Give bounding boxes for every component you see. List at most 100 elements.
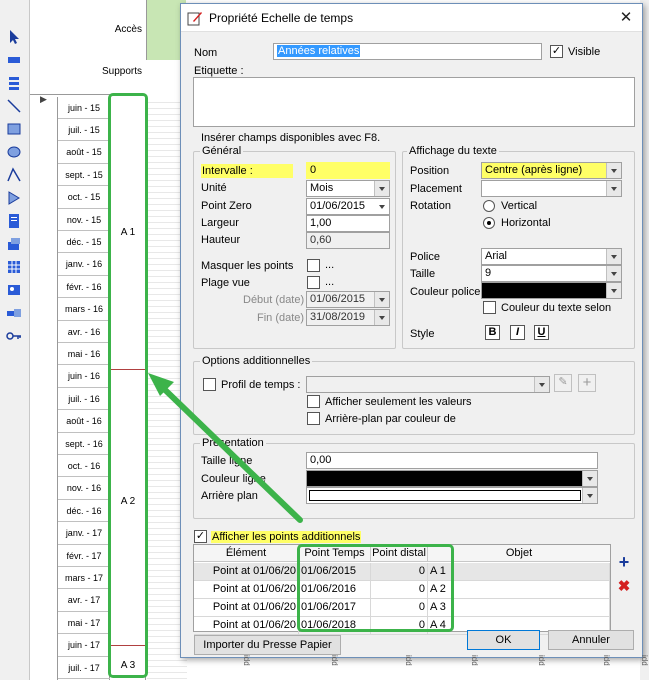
arriere-plan-select[interactable] (306, 487, 598, 504)
couleur-police-label: Couleur police (410, 286, 481, 298)
dialog-titlebar[interactable]: Propriété Echelle de temps ✕ (181, 4, 642, 32)
point-zero-label: Point Zero (201, 200, 252, 212)
import-clipboard-button[interactable]: Importer du Presse Papier (194, 635, 341, 655)
nom-value: Années relatives (277, 45, 361, 57)
nom-input[interactable]: Années relatives (273, 43, 542, 60)
plage-ellipsis[interactable]: ... (325, 276, 334, 288)
taille-select[interactable]: 9 (481, 265, 622, 282)
chevron-down-icon[interactable] (582, 488, 597, 503)
vertical-label: Vertical (501, 200, 538, 212)
debut-date[interactable]: 01/06/2015 (306, 291, 390, 308)
intervalle-input[interactable]: 0 (306, 162, 390, 179)
chevron-down-icon[interactable] (374, 199, 389, 214)
chevron-down-icon[interactable] (582, 471, 597, 486)
chevron-down-icon[interactable] (606, 249, 621, 264)
close-icon[interactable]: ✕ (616, 8, 636, 28)
col-header-objet[interactable]: Objet (428, 545, 610, 562)
masquer-label: Masquer les points (201, 260, 294, 272)
fin-date[interactable]: 31/08/2019 (306, 309, 390, 326)
col-header-element[interactable]: Élément (194, 545, 299, 562)
taille-value: 9 (485, 267, 492, 279)
options-title: Options additionnelles (200, 355, 313, 367)
pointer-tool-icon[interactable] (5, 28, 23, 46)
month-cell: août - 16 (58, 411, 110, 433)
position-select[interactable]: Centre (après ligne) (481, 162, 622, 179)
month-cell: nov. - 15 (58, 209, 110, 231)
rectangle-tool-icon[interactable] (5, 120, 23, 138)
masquer-checkbox[interactable] (307, 259, 320, 272)
visible-checkbox[interactable]: ✓ (550, 45, 563, 58)
image-tool-icon[interactable] (5, 281, 23, 299)
grid-tool-icon[interactable] (5, 258, 23, 276)
list-tool-icon[interactable] (5, 74, 23, 92)
edit-profile-icon[interactable]: ✎ (554, 374, 572, 392)
document-tool-icon[interactable] (5, 212, 23, 230)
profil-select[interactable] (306, 376, 550, 393)
chevron-down-icon[interactable] (374, 292, 389, 307)
add-profile-icon[interactable]: + (578, 374, 596, 392)
masquer-ellipsis[interactable]: ... (325, 259, 334, 271)
couleur-selon-checkbox[interactable] (483, 301, 496, 314)
delete-point-icon[interactable]: ✖ (615, 578, 633, 596)
chevron-down-icon[interactable] (606, 163, 621, 178)
axis-tick-label: idd (242, 655, 251, 666)
chevron-down-icon[interactable] (606, 283, 621, 298)
month-cell: juil. - 17 (58, 657, 110, 679)
cell-objet: A 3 (428, 599, 610, 616)
chevron-down-icon[interactable] (606, 181, 621, 196)
etiquette-textarea[interactable] (193, 77, 635, 127)
hauteur-label: Hauteur (201, 234, 241, 246)
chevron-down-icon[interactable] (374, 181, 389, 196)
vertical-radio[interactable] (483, 200, 495, 212)
unite-select[interactable]: Mois (306, 180, 390, 197)
plage-checkbox[interactable] (307, 276, 320, 289)
triangle-tool-icon[interactable] (5, 189, 23, 207)
acces-header: Accès (114, 24, 142, 35)
line-tool-icon[interactable] (5, 97, 23, 115)
profil-checkbox[interactable] (203, 378, 216, 391)
couleur-ligne-select[interactable] (306, 470, 598, 487)
largeur-input[interactable]: 1,00 (306, 215, 390, 232)
cell-objet: A 1 (428, 563, 610, 580)
couleur-police-select[interactable] (481, 282, 622, 299)
point-zero-value: 01/06/2015 (310, 200, 366, 212)
point-zero-date[interactable]: 01/06/2015 (306, 198, 390, 215)
link-tool-icon[interactable] (5, 304, 23, 322)
visible-label: Visible (568, 46, 601, 58)
cell-element: Point at 01/06/20 (194, 581, 299, 598)
afficher-points-checkbox[interactable]: ✓ (194, 530, 207, 543)
horizontal-radio[interactable] (483, 217, 495, 229)
month-cell: juin - 17 (58, 635, 110, 657)
style-label: Style (410, 328, 435, 340)
hauteur-input[interactable]: 0,60 (306, 232, 390, 249)
chevron-down-icon[interactable] (606, 266, 621, 281)
police-select[interactable]: Arial (481, 248, 622, 265)
chevron-down-icon[interactable] (534, 377, 549, 392)
ellipse-tool-icon[interactable] (5, 143, 23, 161)
month-cell: janv. - 16 (58, 254, 110, 276)
cell-element: Point at 01/06/20 (194, 563, 299, 580)
add-point-icon[interactable]: + (615, 553, 633, 571)
key-tool-icon[interactable] (5, 327, 23, 345)
ok-button[interactable]: OK (467, 630, 540, 650)
annuler-button[interactable]: Annuler (548, 630, 634, 650)
polyline-tool-icon[interactable] (5, 166, 23, 184)
time-scale-properties-dialog: Propriété Echelle de temps ✕ Nom Années … (180, 3, 643, 658)
month-cell: nov. - 16 (58, 478, 110, 500)
underline-button[interactable]: U (534, 325, 549, 340)
month-cell: mars - 17 (58, 567, 110, 590)
placement-select[interactable] (481, 180, 622, 197)
rotation-label: Rotation (410, 200, 451, 212)
arriere-plan-couleur-checkbox[interactable] (307, 412, 320, 425)
bar-tool-icon[interactable] (5, 51, 23, 69)
general-title: Général (200, 145, 244, 157)
italic-button[interactable]: I (510, 325, 525, 340)
chevron-down-icon[interactable] (374, 310, 389, 325)
month-cell: févr. - 16 (58, 276, 110, 299)
cell-element: Point at 01/06/20 (194, 617, 299, 634)
placement-label: Placement (410, 183, 462, 195)
stack-tool-icon[interactable] (5, 235, 23, 253)
taille-ligne-input[interactable]: 0,00 (306, 452, 598, 469)
afficher-valeurs-checkbox[interactable] (307, 395, 320, 408)
bold-button[interactable]: B (485, 325, 500, 340)
